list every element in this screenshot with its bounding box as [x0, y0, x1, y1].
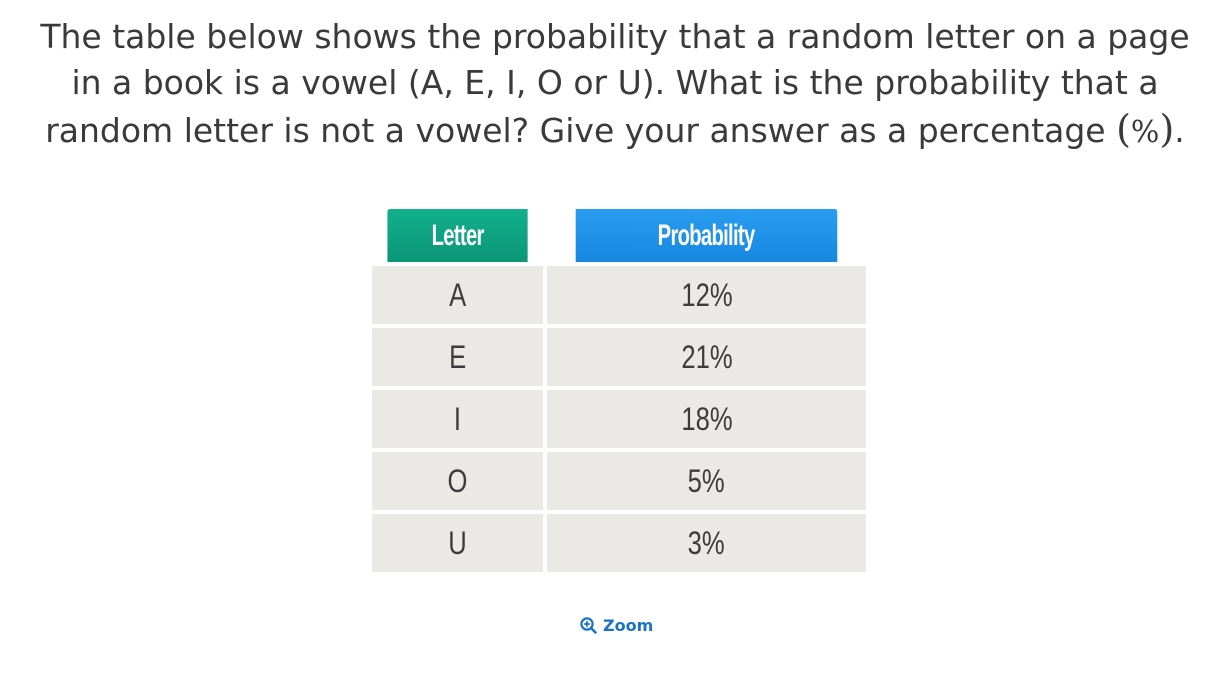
- cell-letter: U: [372, 514, 544, 572]
- question-line-2: in a book is a vowel (A, E, I, O or U). …: [71, 63, 1159, 102]
- cell-probability: 5%: [547, 452, 866, 510]
- table-header-row: Letter Probability: [372, 209, 866, 262]
- table-row: O 5%: [372, 452, 866, 510]
- cell-letter: I: [372, 390, 544, 448]
- probability-table-container: Letter Probability A 12% E 21% I 18% O 5…: [372, 209, 866, 572]
- question-line-3: random letter is not a vowel? Give your …: [20, 106, 1210, 156]
- table-row: E 21%: [372, 328, 866, 386]
- probability-table: Letter Probability A 12% E 21% I 18% O 5…: [368, 205, 870, 576]
- percent-close-paren: ): [1159, 107, 1175, 151]
- zoom-label: Zoom: [603, 616, 654, 635]
- question-line-3-text: random letter is not a vowel? Give your …: [45, 111, 1117, 150]
- cell-probability: 3%: [547, 514, 866, 572]
- question-text: The table below shows the probability th…: [20, 14, 1210, 156]
- cell-letter: E: [372, 328, 544, 386]
- cell-probability: 21%: [547, 328, 866, 386]
- table-row: U 3%: [372, 514, 866, 572]
- cell-probability: 18%: [547, 390, 866, 448]
- table-row: I 18%: [372, 390, 866, 448]
- percent-symbol: %: [1130, 115, 1160, 150]
- cell-letter: O: [372, 452, 544, 510]
- cell-probability: 12%: [547, 266, 866, 324]
- zoom-in-icon: [580, 617, 597, 634]
- question-period: .: [1174, 111, 1185, 150]
- header-probability: Probability: [575, 209, 838, 262]
- percent-open-paren: (: [1116, 107, 1131, 151]
- table-row: A 12%: [372, 266, 866, 324]
- zoom-button[interactable]: Zoom: [580, 616, 653, 635]
- question-line-1: The table below shows the probability th…: [40, 17, 1190, 56]
- header-letter: Letter: [387, 209, 528, 262]
- cell-letter: A: [372, 266, 544, 324]
